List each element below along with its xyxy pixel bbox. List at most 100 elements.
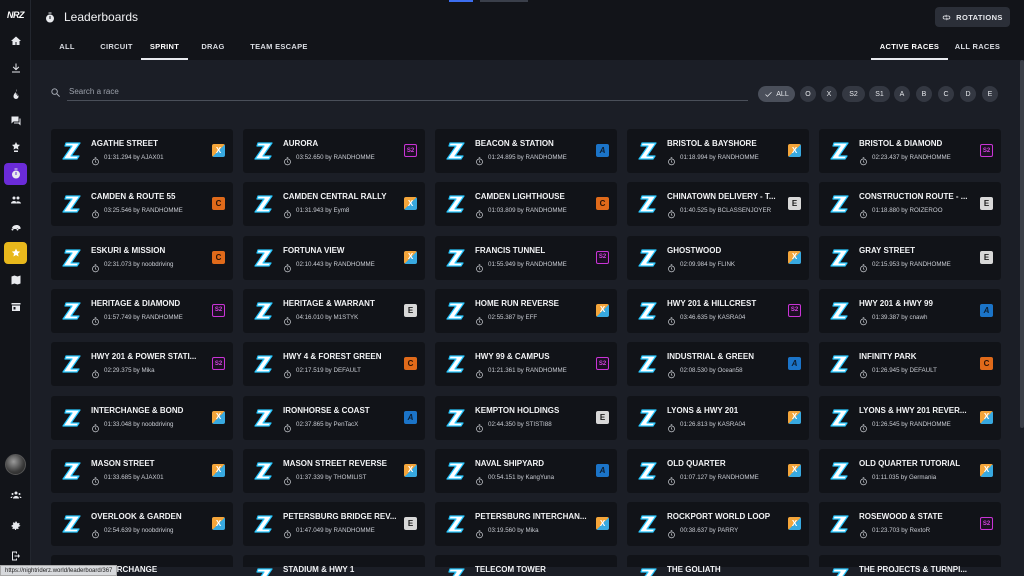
check-icon [765,91,773,97]
tab-team-escape[interactable]: TEAM ESCAPE [239,42,319,60]
nrz-logo-icon [62,302,81,320]
race-card[interactable]: HERITAGE & WARRANT 04:16.010 by M1STYK E [243,288,425,333]
filter-x[interactable]: X [821,86,837,102]
filter-b[interactable]: B [916,86,932,102]
race-card[interactable]: HWY 4 & FOREST GREEN 02:17.519 by DEFAULT… [243,342,425,387]
race-card[interactable]: PETERSBURG BRIDGE REV... 01:47.049 by RAN… [243,502,425,547]
filter-s2[interactable]: S2 [842,86,865,102]
friends-icon[interactable] [4,484,27,506]
nrz-logo-icon [62,515,81,533]
race-card[interactable]: GHOSTWOOD 02:09.984 by FLINK [627,235,809,280]
race-card[interactable]: CAMDEN & ROUTE 55 03:25.546 by RANDHOMME C [51,182,233,227]
race-card[interactable]: ROSEWOOD & STATE 01:23.703 by RextoR S2 [819,502,1001,547]
race-card[interactable]: HWY 201 & HWY 99 01:39.387 by cnawh A [819,288,1001,333]
race-card[interactable]: HWY 201 & HILLCREST 03:46.635 by KASRA04 S… [627,288,809,333]
timer-icon [475,420,484,432]
class-badge: S2 [212,303,225,317]
timer-icon [667,366,676,379]
tab-sprint[interactable]: SPRINT [141,42,188,60]
filter-d[interactable]: D [960,86,976,102]
race-card[interactable]: PETERSBURG INTERCHAN... 03:19.560 by Mika [435,502,617,547]
timer-icon [859,366,868,379]
race-card[interactable]: FORTUNA VIEW 02:10.443 by RANDHOMME [243,235,425,280]
fire-icon[interactable] [4,83,27,105]
race-card[interactable]: FRANCIS TUNNEL 01:55.949 by RANDHOMME S2 [435,235,617,280]
tab-circuit[interactable]: CIRCUIT [94,42,139,60]
race-card[interactable]: CAMDEN CENTRAL RALLY 01:31.943 by Eym8 [243,182,425,227]
race-record: 01:26.813 by KASRA04 [680,420,746,428]
race-name: FORTUNA VIEW [283,245,345,255]
page-title: Leaderboards [64,10,139,24]
race-card[interactable]: INFINITY PARK 01:26.945 by DEFAULT C [819,342,1001,387]
race-card[interactable]: LYONS & HWY 201 REVER... 01:26.545 by RAN… [819,395,1001,440]
race-card[interactable]: ROCKPORT WORLD LOOP 00:38.637 by PARRY [627,502,809,547]
search-input[interactable] [67,82,748,101]
filter-s1[interactable]: S1 [869,86,890,102]
filter-all[interactable]: ALL [758,86,795,102]
tab-drag[interactable]: DRAG [195,42,231,60]
race-card[interactable]: HWY 201 & POWER STATI... 02:29.375 by Mik… [51,342,233,387]
tab-all-races[interactable]: ALL RACES [950,42,1005,60]
timer-icon [475,260,484,272]
race-card[interactable]: BRISTOL & DIAMOND 02:23.437 by RANDHOMME S… [819,129,1001,173]
filter-c[interactable]: C [938,86,954,102]
race-card[interactable]: STADIUM & HWY 1 [243,555,425,576]
race-card[interactable]: OVERLOOK & GARDEN 02:54.639 by noobdrivin… [51,502,233,547]
app-logo[interactable]: NRZ [3,8,28,22]
download-icon[interactable] [4,57,27,79]
star-person-icon[interactable] [4,136,27,158]
rotations-button[interactable]: ROTATIONS [935,7,1010,27]
scrollbar-thumb[interactable] [1020,60,1024,428]
chat-icon[interactable] [4,110,27,132]
logout-icon[interactable] [4,545,27,567]
tab-active-races[interactable]: ACTIVE RACES [871,42,948,60]
race-card[interactable]: LYONS & HWY 201 01:26.813 by KASRA04 [627,395,809,440]
race-card[interactable]: GRAY STREET 02:15.953 by RANDHOMME E [819,235,1001,280]
race-card[interactable]: THE PROJECTS & TURNPI... [819,555,1001,576]
timer-icon [859,313,868,326]
map-icon[interactable] [4,269,27,291]
race-card[interactable]: CHINATOWN DELIVERY - T... 01:40.525 by BC… [627,182,809,227]
timer-icon [667,473,676,486]
sparkle-star-icon[interactable] [4,242,27,264]
race-name: HWY 201 & HWY 99 [859,298,933,308]
race-card[interactable]: HOME RUN REVERSE 02:55.387 by EFF [435,288,617,333]
race-card[interactable]: INDUSTRIAL & GREEN 02:08.530 by Ocean58 A [627,342,809,387]
store-icon[interactable] [4,296,27,318]
tab-all[interactable]: ALL [54,42,80,60]
timer-icon [283,473,292,486]
filter-o[interactable]: O [800,86,816,102]
race-card[interactable]: AGATHE STREET 01:31.294 by AJAX01 [51,129,233,173]
race-card[interactable]: OLD QUARTER TUTORIAL 01:11.035 by Germani… [819,448,1001,493]
settings-icon[interactable] [4,515,27,537]
race-card[interactable]: BEACON & STATION 01:24.895 by RANDHOMME A [435,129,617,173]
race-name: OVERLOOK & GARDEN [91,512,182,522]
class-badge [788,463,801,477]
home-icon[interactable] [4,30,27,52]
race-record: 03:19.560 by Mika [488,527,539,535]
avatar[interactable] [5,454,26,475]
timer-icon[interactable] [4,163,27,185]
race-card[interactable]: HWY 99 & CAMPUS 01:21.361 by RANDHOMME S2 [435,342,617,387]
race-card[interactable]: ESKURI & MISSION 02:31.073 by noobdriving… [51,235,233,280]
race-card[interactable]: IRONHORSE & COAST 02:37.865 by PenTacX A [243,395,425,440]
race-card[interactable]: BRISTOL & BAYSHORE 01:18.994 by RANDHOMME [627,129,809,173]
race-card[interactable]: MASON STREET 01:33.685 by AJAX01 [51,448,233,493]
race-card[interactable]: THE GOLIATH [627,555,809,576]
race-card[interactable]: CAMDEN LIGHTHOUSE 01:03.809 by RANDHOMME C [435,182,617,227]
race-card[interactable]: MASON STREET REVERSE 01:37.339 by THOMILI… [243,448,425,493]
race-card[interactable]: CONSTRUCTION ROUTE - ... 01:18.880 by ROI… [819,182,1001,227]
race-card[interactable]: AURORA 03:52.650 by RANDHOMME S2 [243,129,425,173]
car-icon[interactable] [4,216,27,238]
filter-e[interactable]: E [982,86,998,102]
filter-a[interactable]: A [894,86,910,102]
race-card[interactable]: NAVAL SHIPYARD 00:54.151 by KangYuna A [435,448,617,493]
race-card[interactable]: INTERCHANGE & BOND 01:33.048 by noobdrivi… [51,395,233,440]
race-record: 02:55.387 by EFF [488,313,538,321]
race-card[interactable]: KEMPTON HOLDINGS 02:44.350 by STISTI88 E [435,395,617,440]
race-card[interactable]: HERITAGE & DIAMOND 01:57.749 by RANDHOMME… [51,288,233,333]
class-badge: S2 [980,144,993,157]
race-card[interactable]: OLD QUARTER 01:07.127 by RANDHOMME [627,448,809,493]
group-icon[interactable] [4,189,27,211]
race-card[interactable]: TELECOM TOWER [435,555,617,576]
